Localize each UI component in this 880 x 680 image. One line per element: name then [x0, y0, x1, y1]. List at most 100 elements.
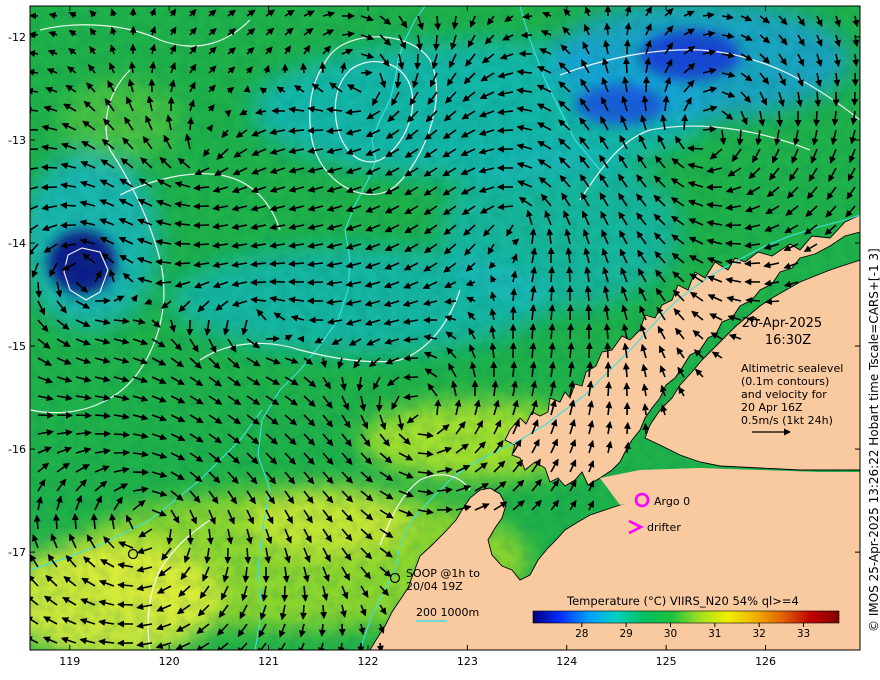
sst-map: 20-Apr-2025 16:30Z Altimetric sealevel (… [8, 5, 880, 668]
velocity-arrow [30, 31, 39, 39]
velocity-arrow [764, 298, 780, 306]
velocity-arrow [851, 72, 859, 87]
altimetry-note-line5: 0.5m/s (1kt 24h) [741, 414, 833, 427]
velocity-arrow [567, 323, 575, 340]
velocity-arrow [375, 395, 383, 412]
altimetry-note-line4: 20 Apr 16Z [741, 401, 803, 414]
lon-tick-label: 126 [755, 655, 776, 668]
colorbar-tick-label: 32 [752, 628, 765, 640]
velocity-arrow [403, 373, 419, 381]
colorbar-tick-label: 33 [797, 628, 810, 640]
velocity-arrow [566, 304, 574, 321]
velocity-arrow [37, 411, 54, 419]
velocity-arrow [434, 15, 442, 31]
colorbar-title: Temperature (°C) VIIRS_N20 54% ql>=4 [566, 594, 799, 608]
velocity-arrow [642, 422, 650, 435]
velocity-arrow [604, 342, 612, 359]
lat-tick-label: -14 [8, 237, 26, 250]
velocity-arrow [299, 604, 307, 620]
lon-tick-label: 125 [656, 655, 677, 668]
velocity-arrow [414, 53, 422, 70]
velocity-arrow [622, 57, 630, 74]
velocity-arrow [52, 513, 60, 530]
velocity-arrow [307, 278, 324, 286]
velocity-arrow [642, 76, 650, 93]
lon-tick-label: 120 [159, 655, 180, 668]
velocity-arrow [307, 126, 324, 134]
colorbar-tick-label: 30 [664, 628, 677, 640]
velocity-arrow [113, 449, 130, 457]
velocity-arrow [851, 91, 859, 106]
colorbar-tick-label: 29 [619, 628, 632, 640]
velocity-arrow [813, 110, 821, 127]
side-caption: © IMOS 25-Apr-2025 13:26:22 Hobart time … [867, 248, 880, 632]
velocity-arrow [319, 61, 327, 74]
velocity-arrow [243, 85, 251, 93]
velocity-arrow [174, 240, 191, 248]
lon-tick-label: 124 [556, 655, 577, 668]
altimetry-note-line1: Altimetric sealevel [741, 362, 843, 375]
velocity-arrow [585, 342, 593, 359]
lat-tick-label: -12 [8, 31, 26, 44]
velocity-arrow [776, 110, 784, 127]
altimetry-note-line2: (0.1m contours) [741, 375, 829, 388]
velocity-arrow [35, 281, 43, 298]
velocity-arrow [497, 126, 514, 134]
velocity-arrow [250, 278, 267, 286]
velocity-arrow [193, 241, 210, 249]
altimetry-note-line3: and velocity for [741, 388, 827, 401]
velocity-arrow [403, 354, 419, 362]
velocity-arrow [320, 604, 328, 619]
velocity-arrow [30, 128, 39, 131]
colorbar-bar [532, 610, 840, 624]
isobath-label: 200 1000m [416, 606, 479, 619]
lat-tick-label: -16 [8, 443, 26, 456]
velocity-arrow [623, 421, 631, 435]
velocity-arrow [174, 260, 191, 268]
velocity-arrow [75, 411, 92, 419]
velocity-arrow [623, 39, 631, 55]
velocity-arrow [444, 297, 457, 305]
velocity-arrow [509, 305, 517, 321]
velocity-arrow [187, 116, 195, 131]
velocity-arrow [725, 240, 742, 248]
velocity-arrow [113, 431, 130, 439]
velocity-arrow [41, 163, 58, 171]
velocity-arrow [71, 513, 79, 530]
velocity-arrow [745, 296, 761, 304]
velocity-arrow [687, 144, 704, 152]
drifter-label: drifter [647, 521, 681, 534]
velocity-arrow [41, 183, 58, 191]
soop-label-line1: SOOP @1h to [406, 567, 480, 580]
velocity-arrow [193, 202, 210, 210]
timestamp-date: 20-Apr-2025 [742, 316, 822, 331]
argo-label: Argo 0 [654, 495, 690, 508]
velocity-arrow [193, 221, 210, 229]
plot-area: 20-Apr-2025 16:30Z Altimetric sealevel (… [30, 6, 860, 650]
velocity-arrow [60, 221, 77, 229]
velocity-arrow [117, 601, 134, 609]
lon-tick-label: 119 [59, 655, 80, 668]
velocity-arrow [432, 34, 440, 51]
velocity-arrow [56, 411, 73, 419]
colorbar-tick-label: 31 [708, 628, 721, 640]
velocity-arrow [725, 221, 742, 229]
velocity-arrow [436, 506, 453, 514]
velocity-arrow [566, 266, 574, 283]
velocity-arrow [522, 12, 533, 20]
lon-tick-label: 121 [258, 655, 279, 668]
lat-tick-label: -13 [8, 134, 26, 147]
timestamp-time: 16:30Z [765, 333, 811, 348]
velocity-arrow [224, 109, 232, 118]
lat-tick-label: -17 [8, 546, 26, 559]
velocity-arrow [605, 381, 612, 397]
velocity-arrow [269, 260, 286, 268]
lon-tick-label: 123 [457, 655, 478, 668]
velocity-arrow [744, 259, 761, 267]
velocity-arrow [300, 62, 308, 74]
velocity-arrow [129, 25, 137, 36]
velocity-arrow [681, 114, 689, 131]
velocity-arrow [548, 266, 556, 283]
lon-tick-label: 122 [357, 655, 378, 668]
velocity-arrow [585, 304, 593, 321]
